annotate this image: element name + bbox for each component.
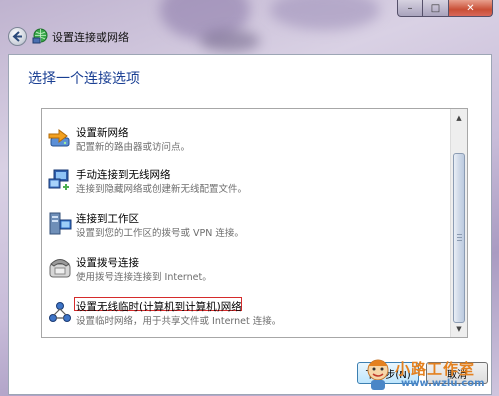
grip-line: [457, 234, 462, 235]
maximize-button[interactable]: □: [423, 0, 449, 17]
option-title: 连接到工作区: [76, 213, 139, 225]
scroll-down-icon[interactable]: ▼: [452, 321, 466, 336]
option-connect-workplace[interactable]: 连接到工作区 设置到您的工作区的拨号或 VPN 连接。: [45, 205, 450, 245]
option-description: 设置到您的工作区的拨号或 VPN 连接。: [76, 228, 244, 239]
option-setup-new-network[interactable]: 设置新网络 配置新的路由器或访问点。: [45, 119, 450, 159]
option-title: 手动连接到无线网络: [76, 169, 171, 181]
grip-line: [457, 237, 462, 238]
scroll-thumb[interactable]: [453, 153, 465, 323]
list-scrollbar[interactable]: ▲ ▼: [450, 109, 467, 337]
watermark-logo: [367, 359, 389, 390]
back-button[interactable]: [8, 27, 27, 46]
back-arrow-icon: [12, 31, 22, 42]
option-adhoc-network[interactable]: 设置无线临时(计算机到计算机)网络 设置临时网络，用于共享文件或 Interne…: [45, 293, 450, 333]
adhoc-network-icon: [49, 302, 71, 322]
watermark-brand: 小路工作室: [395, 360, 476, 378]
glass-reflection: [270, 0, 380, 30]
window-controls: – □ ✕: [397, 0, 493, 17]
close-button[interactable]: ✕: [449, 0, 493, 17]
window-title: 设置连接或网络: [52, 31, 129, 44]
option-description: 连接到隐藏网络或创建新无线配置文件。: [76, 184, 248, 195]
option-title: 设置拨号连接: [76, 257, 139, 269]
option-dialup[interactable]: 设置拨号连接 使用拨号连接连接到 Internet。: [45, 249, 450, 289]
router-arrow-icon: [48, 129, 70, 147]
option-description: 配置新的路由器或访问点。: [76, 142, 191, 153]
minimize-button[interactable]: –: [397, 0, 423, 17]
option-manual-wireless[interactable]: 手动连接到无线网络 连接到隐藏网络或创建新无线配置文件。: [45, 161, 450, 201]
watermark-url: www.wzlu.com: [401, 378, 485, 389]
glass-reflection: [200, 30, 260, 52]
watermark: 小路工作室 www.wzlu.com: [363, 356, 497, 394]
grip-line: [457, 240, 462, 241]
option-title: 设置新网络: [76, 127, 129, 139]
option-description: 使用拨号连接连接到 Internet。: [76, 272, 212, 283]
workplace-vpn-icon: [49, 212, 72, 235]
page-heading: 选择一个连接选项: [28, 71, 140, 87]
option-description: 设置临时网络，用于共享文件或 Internet 连接。: [76, 316, 282, 327]
connection-options-list[interactable]: 设置新网络 配置新的路由器或访问点。 手动连接到无线网络 连接到隐藏网络或创建新…: [41, 108, 468, 338]
dialup-phone-icon: [49, 259, 71, 278]
scroll-up-icon[interactable]: ▲: [452, 110, 466, 125]
option-title: 设置无线临时(计算机到计算机)网络: [76, 301, 242, 313]
wireless-network-icon: [48, 169, 69, 190]
network-globe-icon: [32, 28, 48, 44]
